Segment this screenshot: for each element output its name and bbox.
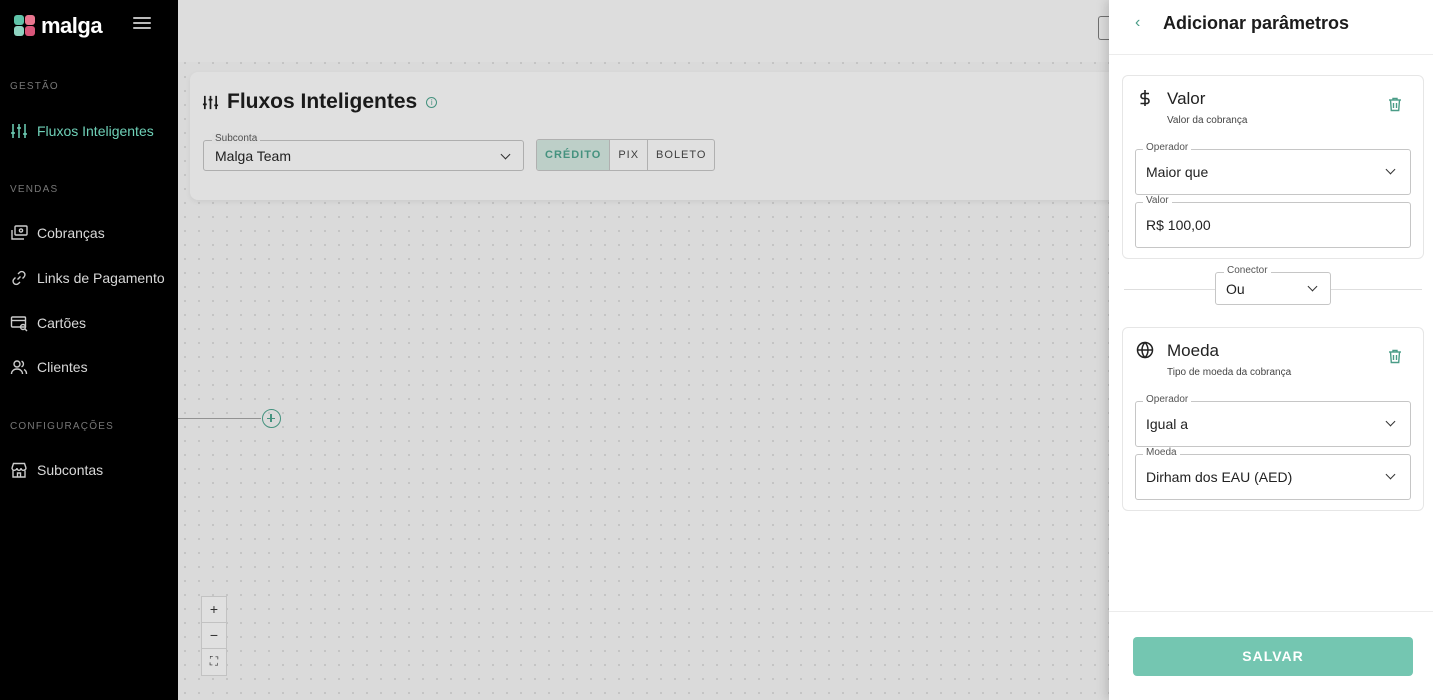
malga-logo-icon: [14, 15, 36, 37]
field-value: Maior que: [1146, 164, 1209, 180]
cards-icon: [10, 316, 28, 332]
sidebar-item-subcontas[interactable]: Subcontas: [0, 454, 178, 486]
menu-collapse-icon[interactable]: [133, 17, 151, 33]
param-card-valor: Valor Valor da cobrança Operador Maior q…: [1122, 75, 1424, 259]
chevron-down-icon: [1385, 469, 1396, 480]
field-label: Operador: [1143, 394, 1192, 405]
section-label-configuracoes: CONFIGURAÇÕES: [10, 421, 114, 432]
drawer-footer: SALVAR: [1109, 611, 1433, 700]
sidebar-item-clientes[interactable]: Clientes: [0, 351, 178, 383]
connector-label: Conector: [1224, 265, 1271, 276]
sidebar-item-label: Clientes: [37, 359, 88, 375]
field-label: Moeda: [1143, 447, 1180, 458]
chevron-down-icon: [1385, 164, 1396, 175]
currency-select[interactable]: Moeda Dirham dos EAU (AED): [1135, 447, 1411, 500]
dollar-icon: [1140, 90, 1150, 106]
trash-icon[interactable]: [1387, 348, 1403, 364]
logo[interactable]: malga: [14, 13, 103, 39]
trash-icon[interactable]: [1387, 96, 1403, 112]
param-subtitle: Tipo de moeda da cobrança: [1167, 367, 1292, 378]
connector-select[interactable]: Conector Ou: [1215, 265, 1331, 305]
sidebar: malga GESTÃO Fluxos Inteligentes VENDAS …: [0, 0, 178, 700]
connector-value: Ou: [1226, 281, 1245, 297]
sidebar-item-cobrancas[interactable]: Cobranças: [0, 217, 178, 249]
logo-text: malga: [41, 13, 103, 38]
parameters-drawer: ‹ Adicionar parâmetros Valor Valor da co…: [1109, 0, 1433, 700]
back-chevron-icon[interactable]: ‹: [1135, 15, 1147, 31]
sidebar-item-label: Cobranças: [37, 225, 105, 241]
field-label: Operador: [1143, 142, 1192, 153]
drawer-header: ‹ Adicionar parâmetros: [1109, 0, 1433, 55]
store-icon: [11, 462, 27, 478]
drawer-title: Adicionar parâmetros: [1163, 13, 1350, 33]
sidebar-item-fluxos-inteligentes[interactable]: Fluxos Inteligentes: [0, 115, 178, 147]
chevron-down-icon: [1307, 281, 1318, 292]
param-subtitle: Valor da cobrança: [1167, 115, 1248, 126]
sidebar-item-label: Subcontas: [37, 462, 104, 478]
sidebar-item-cartoes[interactable]: Cartões: [0, 307, 178, 339]
users-icon: [10, 360, 28, 375]
save-button[interactable]: SALVAR: [1133, 637, 1413, 676]
param-title: Moeda: [1167, 341, 1219, 360]
sidebar-item-label: Cartões: [37, 315, 87, 331]
operator-select[interactable]: Operador Maior que: [1135, 142, 1411, 195]
section-label-vendas: VENDAS: [10, 184, 59, 195]
param-title: Valor: [1167, 89, 1206, 108]
operator-select[interactable]: Operador Igual a: [1135, 394, 1411, 447]
sidebar-item-links-de-pagamento[interactable]: Links de Pagamento: [0, 262, 178, 294]
section-label-gestao: GESTÃO: [10, 81, 59, 92]
field-label: Valor: [1143, 195, 1172, 206]
sliders-icon: [11, 124, 27, 138]
globe-icon: [1136, 341, 1154, 359]
sidebar-item-label: Links de Pagamento: [37, 270, 165, 286]
charges-icon: [11, 225, 28, 240]
sidebar-item-label: Fluxos Inteligentes: [37, 123, 154, 139]
link-icon: [12, 270, 26, 286]
field-value: R$ 100,00: [1146, 217, 1211, 233]
param-card-moeda: Moeda Tipo de moeda da cobrança Operador…: [1122, 327, 1424, 511]
chevron-down-icon: [1385, 416, 1396, 427]
valor-input[interactable]: Valor R$ 100,00: [1135, 195, 1411, 248]
field-value: Igual a: [1146, 416, 1189, 432]
field-value: Dirham dos EAU (AED): [1146, 469, 1293, 485]
